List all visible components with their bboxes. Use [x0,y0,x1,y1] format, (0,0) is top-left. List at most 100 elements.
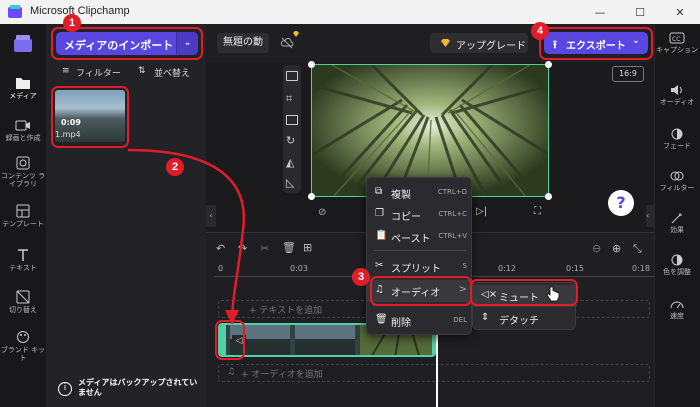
add-media-icon[interactable]: ⊞ [303,241,312,254]
crop-icon[interactable]: ⌗ [286,93,298,105]
undo-icon[interactable]: ↶ [216,242,225,255]
add-audio-label: + オーディオを追加 [241,370,323,380]
menu-item-split[interactable]: ✂ スプリット S [367,256,473,278]
filter-dropdown[interactable]: フィルター [76,66,121,79]
rail-label: 効果 [670,226,684,234]
svg-text:CC: CC [672,36,680,43]
rail-item-content-library[interactable]: コンテンツ ライブラリ [0,156,46,188]
ruler-tick: 0:12 [498,264,516,273]
rail-label: オーディオ [659,98,695,106]
upgrade-label: アップグレード [456,41,526,52]
trash-icon: 🗑 [375,314,388,325]
library-panel-icon[interactable] [11,33,35,55]
upgrade-button[interactable]: アップグレード [430,33,528,53]
highlight-frame-mute [470,279,578,306]
rail-item-captions[interactable]: CC キャプション [654,32,700,54]
sort-icon[interactable]: ⇅ [138,66,146,76]
folder-icon [16,78,30,89]
filter-sort-row: ≡ フィルター ⇅ 並べ替え [58,66,203,82]
maximize-button[interactable]: ☐ [620,0,660,24]
ruler-tick: 0:03 [290,264,308,273]
rail-item-text[interactable]: テキスト [0,248,46,272]
menu-item-duplicate[interactable]: ⧉ 複製 CTRL+D [367,182,473,204]
add-text-label: + テキストを追加 [249,306,323,316]
rail-item-templates[interactable]: テンプレート [0,204,46,228]
highlight-frame-thumbnail [51,86,129,148]
zoom-in-icon[interactable]: ⊕ [612,242,621,255]
help-button[interactable]: ? [608,190,634,216]
rail-item-color-adjust[interactable]: 色を調整 [654,254,700,276]
trash-icon[interactable]: 🗑 [282,241,296,254]
camera-off-icon[interactable]: ⊘ [318,207,326,218]
copy-icon: ❐ [375,208,384,219]
resize-handle[interactable] [308,61,315,68]
music-note-icon: ♫ [227,367,236,377]
hand-cursor-icon [546,286,560,302]
text-icon [18,249,28,261]
fullscreen-icon[interactable]: ⛶ [534,206,541,217]
project-name-field[interactable]: 無題の動 [217,33,269,53]
speed-icon [670,301,684,309]
rail-item-record[interactable]: 録画と作成 [0,118,46,142]
highlight-frame-export [539,27,653,60]
highlight-frame-import [51,27,203,60]
rail-item-fade[interactable]: フェード [654,128,700,150]
rail-label: キャプション [656,46,698,54]
pip-icon[interactable] [286,115,298,125]
effects-icon [671,213,682,224]
rail-label: 色を調整 [663,268,691,276]
library-icon [16,156,30,170]
menu-item-delete[interactable]: 🗑 削除 DEL [367,310,473,332]
premium-diamond-icon [292,30,300,38]
fit-icon[interactable] [286,71,298,81]
fit-timeline-icon[interactable]: ⤡ [633,242,642,256]
rail-label: 速度 [670,312,684,320]
paste-icon: 📋 [375,230,388,241]
rail-item-speed[interactable]: 速度 [654,298,700,320]
menu-item-copy[interactable]: ❐ コピー CTRL+C [367,204,473,226]
rail-item-transitions[interactable]: 切り替え [0,290,46,314]
highlight-frame-clip [215,320,245,360]
rail-label: テキスト [9,264,37,272]
menu-item-paste[interactable]: 📋 ペースト CTRL+V [367,226,473,248]
ruler-tick: 0 [218,264,224,273]
filter-icon[interactable]: ≡ [62,66,70,76]
resize-handle[interactable] [545,61,552,68]
duplicate-icon: ⧉ [375,186,383,197]
cloud-off-icon [280,36,294,50]
filter-icon [670,171,684,181]
submenu-item-detach[interactable]: ⇕ デタッチ [473,308,577,330]
rail-label: メディア [9,92,37,100]
redo-icon[interactable]: ↷ [238,242,247,255]
zoom-out-icon[interactable]: ⊖ [592,242,601,255]
aspect-ratio-button[interactable]: 16:9 [612,66,644,82]
flip-icon[interactable]: ◭ [286,157,298,169]
captions-icon: CC [669,32,685,44]
clipchamp-logo-icon [8,5,22,18]
rail-item-media[interactable]: メディア [0,76,46,100]
ruler-tick: 0:15 [566,264,584,273]
resize-handle[interactable] [308,193,315,200]
audio-track[interactable]: ♫ + オーディオを追加 [218,364,650,382]
rotate-icon[interactable]: ↻ [286,135,298,147]
close-button[interactable]: ✕ [660,0,700,24]
adjust-icon[interactable]: ◺ [286,177,298,189]
resize-handle[interactable] [545,193,552,200]
rail-item-audio[interactable]: オーディオ [654,84,700,106]
skip-forward-icon[interactable]: ▷| [476,206,487,217]
minimize-button[interactable]: — [580,0,620,24]
speaker-icon [671,85,682,95]
rail-item-brand-kit[interactable]: ブランド キット [0,330,46,362]
collapse-left-icon[interactable]: ‹ [206,205,216,227]
rail-label: フェード [663,142,691,150]
sort-dropdown[interactable]: 並べ替え [154,66,190,79]
window-title: Microsoft Clipchamp [30,5,130,17]
rail-item-effects[interactable]: 効果 [654,212,700,234]
rail-label: フィルター [659,184,695,192]
preview-tool-strip: ⌗ ↻ ◭ ◺ [283,65,301,193]
rail-item-filters[interactable]: フィルター [654,170,700,192]
menu-divider [373,250,467,251]
collapse-right-icon[interactable]: ‹ [646,205,654,227]
scissors-icon[interactable]: ✂ [260,242,269,255]
rail-label: 切り替え [9,306,37,314]
